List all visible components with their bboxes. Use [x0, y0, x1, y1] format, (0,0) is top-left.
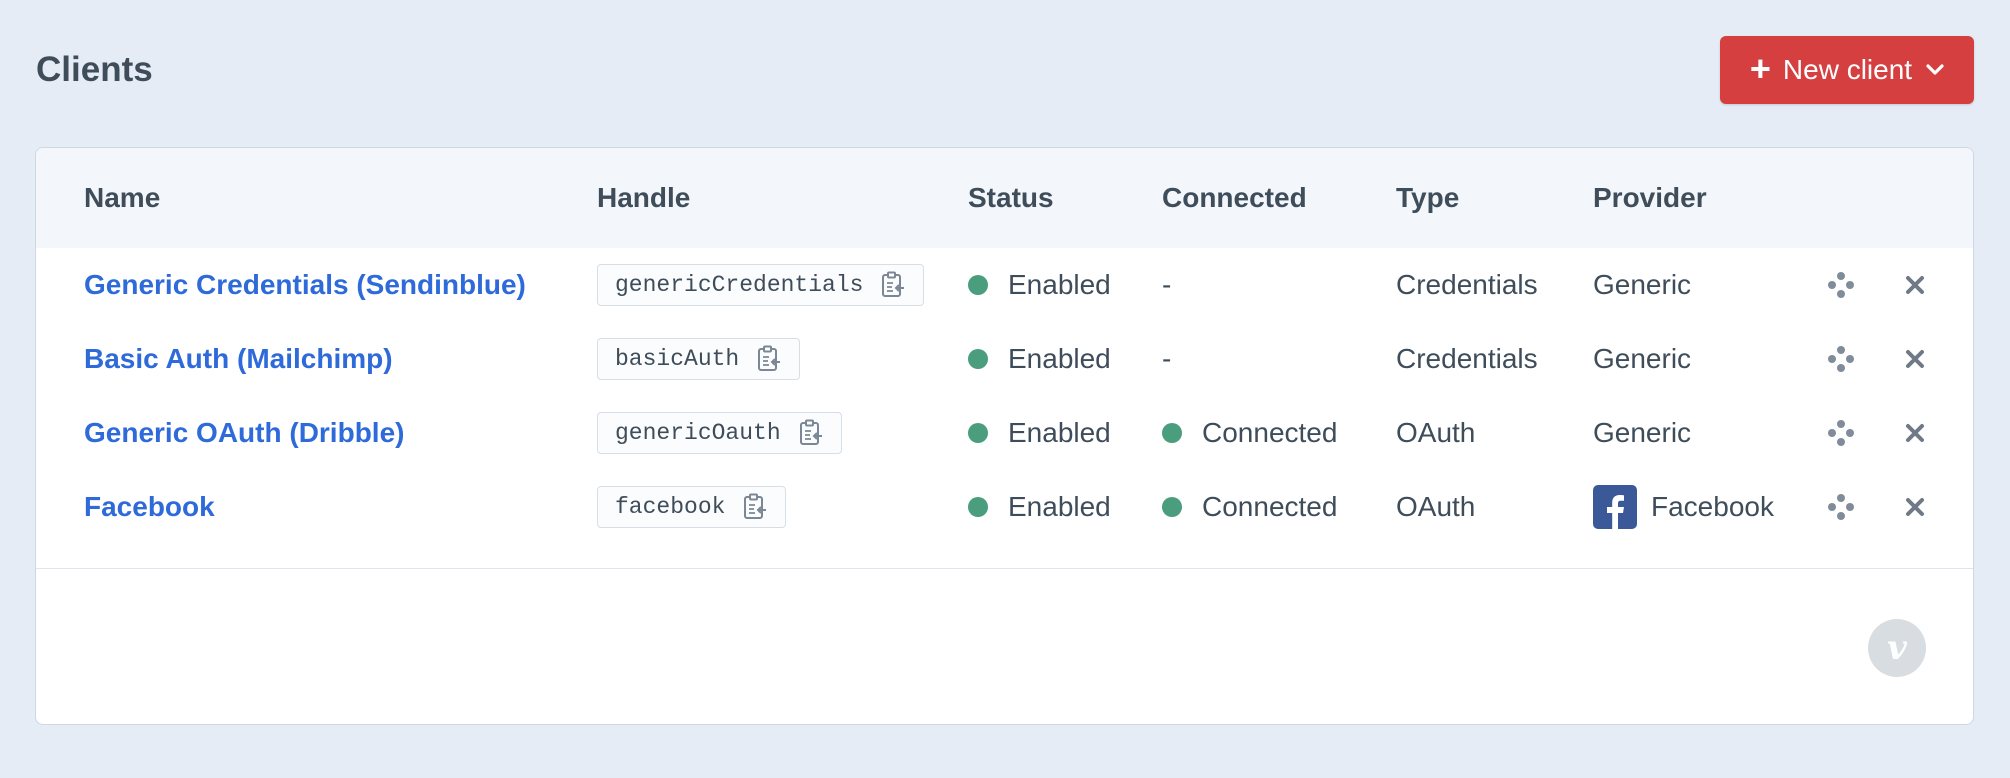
column-header-status[interactable]: Status: [968, 148, 1054, 248]
table-row: Facebook facebook Enabled Connected OAut…: [36, 470, 1973, 544]
delete-close-icon[interactable]: [1899, 343, 1931, 375]
column-header-handle[interactable]: Handle: [597, 148, 690, 248]
status-indicator-dot: [968, 423, 988, 443]
clients-table-card: Name Handle Status Connected Type Provid…: [35, 147, 1974, 725]
connected-text: Connected: [1202, 417, 1338, 448]
delete-close-icon[interactable]: [1899, 417, 1931, 449]
handle-chip: genericOauth: [597, 412, 842, 454]
client-name-link[interactable]: Basic Auth (Mailchimp): [84, 343, 393, 375]
column-header-type[interactable]: Type: [1396, 148, 1459, 248]
handle-chip: facebook: [597, 486, 787, 528]
delete-close-icon[interactable]: [1899, 491, 1931, 523]
status-indicator-dot: [968, 349, 988, 369]
provider-text: Generic: [1593, 417, 1692, 448]
type-text: OAuth: [1396, 491, 1476, 522]
status-indicator-dot: [968, 497, 988, 517]
copy-clipboard-icon[interactable]: [739, 491, 771, 523]
delete-close-icon[interactable]: [1899, 269, 1931, 301]
new-client-button[interactable]: + New client: [1720, 36, 1974, 104]
page-header: Clients + New client: [36, 36, 1974, 104]
copy-clipboard-icon[interactable]: [753, 343, 785, 375]
reorder-move-icon[interactable]: [1825, 417, 1857, 449]
copy-clipboard-icon[interactable]: [877, 269, 909, 301]
column-header-connected[interactable]: Connected: [1162, 148, 1307, 248]
badge-letter: v: [1887, 628, 1907, 668]
plus-icon: +: [1749, 47, 1771, 89]
status-text: Enabled: [1008, 343, 1111, 374]
client-name-link[interactable]: Generic OAuth (Dribble): [84, 417, 404, 449]
provider-text: Generic: [1593, 269, 1692, 300]
table-footer-divider: [36, 568, 1973, 569]
type-text: Credentials: [1396, 269, 1538, 300]
client-name-link[interactable]: Generic Credentials (Sendinblue): [84, 269, 526, 301]
status-indicator-dot: [968, 275, 988, 295]
handle-text: genericOauth: [615, 420, 781, 446]
table-row: Generic OAuth (Dribble) genericOauth Ena…: [36, 396, 1973, 470]
handle-chip: genericCredentials: [597, 264, 925, 306]
type-text: Credentials: [1396, 343, 1538, 374]
connected-text: -: [1162, 269, 1172, 300]
table-row: Basic Auth (Mailchimp) basicAuth Enabled…: [36, 322, 1973, 396]
reorder-move-icon[interactable]: [1825, 343, 1857, 375]
reorder-move-icon[interactable]: [1825, 491, 1857, 523]
status-text: Enabled: [1008, 269, 1111, 300]
facebook-logo-icon: [1593, 485, 1637, 529]
table-row: Generic Credentials (Sendinblue) generic…: [36, 248, 1973, 322]
handle-text: facebook: [615, 494, 726, 520]
handle-chip: basicAuth: [597, 338, 801, 380]
handle-text: genericCredentials: [615, 272, 864, 298]
new-client-label: New client: [1782, 54, 1913, 85]
connected-text: Connected: [1202, 491, 1338, 522]
handle-text: basicAuth: [615, 346, 740, 372]
plugin-badge-icon: v: [1868, 619, 1926, 677]
chevron-down-icon: [1926, 64, 1944, 76]
client-name-link[interactable]: Facebook: [84, 491, 215, 523]
provider-text: Generic: [1593, 343, 1692, 374]
status-text: Enabled: [1008, 491, 1111, 522]
copy-clipboard-icon[interactable]: [795, 417, 827, 449]
provider-text: Facebook: [1651, 491, 1774, 522]
column-header-name[interactable]: Name: [84, 148, 160, 248]
page-title: Clients: [36, 50, 153, 89]
table-header: Name Handle Status Connected Type Provid…: [36, 148, 1973, 248]
connected-indicator-dot: [1162, 423, 1182, 443]
reorder-move-icon[interactable]: [1825, 269, 1857, 301]
column-header-provider[interactable]: Provider: [1593, 148, 1707, 248]
connected-indicator-dot: [1162, 497, 1182, 517]
connected-text: -: [1162, 343, 1172, 374]
type-text: OAuth: [1396, 417, 1476, 448]
status-text: Enabled: [1008, 417, 1111, 448]
